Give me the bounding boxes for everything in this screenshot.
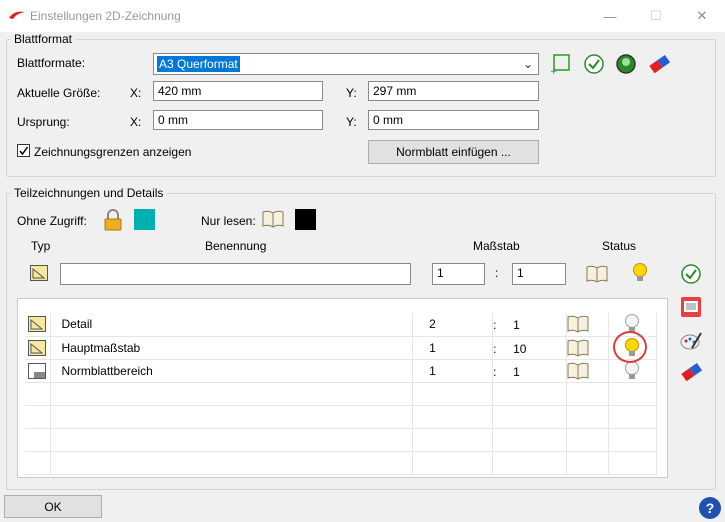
eraser-icon[interactable]: [647, 52, 671, 76]
no-access-color-swatch[interactable]: [134, 209, 155, 230]
subdrawings-group-label: Teilzeichnungen und Details: [11, 186, 167, 200]
open-book-icon: [262, 210, 284, 228]
table-row[interactable]: Hauptmaßstab 1 : 10: [25, 330, 658, 363]
row-scale-separator: :: [493, 318, 497, 332]
row-name: Normblattbereich: [50, 359, 414, 383]
close-button[interactable]: ✕: [682, 4, 722, 28]
lightbulb-off-icon[interactable]: [623, 360, 641, 382]
row-scale-separator: :: [493, 364, 497, 379]
table-row[interactable]: Detail 2 : 1: [25, 313, 658, 337]
origin-y-label: Y:: [346, 115, 357, 129]
palette-icon[interactable]: [680, 330, 702, 352]
name-column-header: Benennung: [205, 239, 267, 253]
subdrawing-list[interactable]: Detail 2 :1 Hauptmaßstab 1 :10 Normblatt…: [17, 298, 668, 478]
help-icon[interactable]: ?: [699, 497, 721, 519]
confirm-check-icon[interactable]: [680, 263, 702, 285]
titleblock-icon: [28, 362, 46, 379]
row-scale-separator: :: [493, 341, 497, 356]
row-scale-a: 1: [412, 336, 494, 360]
show-bounds-checkbox[interactable]: [17, 144, 30, 157]
row-scale-b: 1: [513, 364, 520, 379]
new-scale-separator: :: [495, 266, 499, 280]
title-bar: Einstellungen 2D-Zeichnung — ☐ ✕: [0, 0, 725, 32]
insert-titleblock-button[interactable]: Normblatt einfügen ...: [368, 140, 539, 164]
read-only-color-swatch[interactable]: [295, 209, 316, 230]
row-scale-a: 1: [412, 359, 494, 383]
app-logo-icon: [9, 11, 25, 19]
lightbulb-on-icon[interactable]: [631, 262, 649, 284]
new-scale-a-input[interactable]: 1: [432, 263, 485, 285]
detail-sheet-icon: [28, 339, 46, 356]
format-select[interactable]: A3 Querformat ⌄: [153, 53, 539, 75]
new-scale-b-input[interactable]: 1: [512, 263, 566, 285]
table-row-empty: [25, 428, 658, 452]
lock-icon: [104, 209, 122, 231]
chevron-down-icon: ⌄: [522, 57, 533, 71]
open-book-icon[interactable]: [586, 265, 608, 283]
window-title: Einstellungen 2D-Zeichnung: [30, 9, 181, 23]
origin-y-input[interactable]: 0 mm: [368, 110, 539, 130]
row-name: Detail: [50, 313, 414, 337]
minimize-button[interactable]: —: [590, 4, 630, 28]
size-label: Aktuelle Größe:: [17, 86, 101, 100]
sheet-view-icon[interactable]: [680, 296, 702, 318]
highlight-circle: [612, 330, 647, 363]
new-sheet-icon[interactable]: +: [550, 53, 572, 75]
confirm-check-icon[interactable]: [583, 53, 605, 75]
type-column-header: Typ: [31, 239, 51, 253]
detail-sheet-icon: [28, 316, 46, 333]
svg-text:+: +: [550, 67, 558, 75]
open-book-icon[interactable]: [567, 315, 589, 333]
show-bounds-label: Zeichnungsgrenzen anzeigen: [34, 145, 192, 159]
new-name-input[interactable]: [60, 263, 411, 285]
checkmark-icon: [19, 146, 29, 156]
apply-circle-icon[interactable]: [615, 53, 637, 75]
row-scale-b: 10: [513, 341, 527, 356]
read-only-label: Nur lesen:: [201, 214, 256, 228]
subdrawing-table: Detail 2 :1 Hauptmaßstab 1 :10 Normblatt…: [25, 313, 658, 475]
detail-sheet-icon[interactable]: [30, 265, 48, 281]
size-y-input[interactable]: 297 mm: [368, 81, 539, 101]
origin-label: Ursprung:: [17, 115, 70, 129]
origin-x-input[interactable]: 0 mm: [153, 110, 323, 130]
table-row-empty: [25, 451, 658, 475]
row-scale-a: 2: [412, 313, 494, 337]
eraser-icon[interactable]: [679, 360, 703, 384]
scale-column-header: Maßstab: [473, 239, 520, 253]
table-row-empty: [25, 405, 658, 429]
row-scale-b: 1: [513, 318, 520, 332]
size-y-label: Y:: [346, 86, 357, 100]
ok-button[interactable]: OK: [4, 495, 102, 518]
table-row-empty: [25, 382, 658, 406]
format-select-value: A3 Querformat: [157, 56, 240, 72]
maximize-button[interactable]: ☐: [636, 4, 676, 28]
table-row[interactable]: Normblattbereich 1 :1: [25, 359, 658, 383]
size-x-label: X:: [130, 86, 142, 100]
size-x-input[interactable]: 420 mm: [153, 81, 323, 101]
no-access-label: Ohne Zugriff:: [17, 214, 87, 228]
open-book-icon[interactable]: [567, 339, 589, 357]
row-name: Hauptmaßstab: [50, 336, 414, 360]
open-book-icon[interactable]: [567, 362, 589, 380]
status-column-header: Status: [602, 239, 637, 253]
format-label: Blattformate:: [17, 56, 86, 70]
origin-x-label: X:: [130, 115, 142, 129]
blattformat-group-label: Blattformat: [11, 32, 76, 46]
